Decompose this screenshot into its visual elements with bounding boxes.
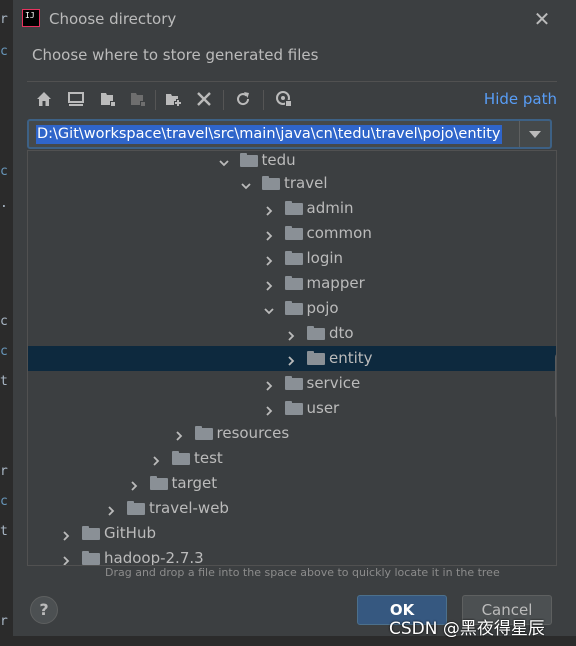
folder-icon (284, 301, 303, 315)
chevron-down-icon[interactable] (519, 121, 550, 147)
tree-row[interactable]: test (28, 446, 556, 471)
background-editor-bottom (0, 638, 576, 646)
dialog-title: Choose directory (49, 10, 177, 28)
tree-row[interactable]: login (28, 246, 556, 271)
chevron-right-icon[interactable] (285, 327, 297, 341)
toolbar-separator (223, 90, 224, 110)
folder-icon (284, 376, 303, 390)
folder-icon (284, 276, 303, 290)
tree-row[interactable]: hadoop-2.7.3 (28, 546, 556, 566)
folder-icon (149, 476, 168, 490)
tree-row[interactable]: target (28, 471, 556, 496)
choose-directory-dialog: IJ Choose directory ✕ Choose where to st… (12, 0, 576, 636)
chevron-right-icon[interactable] (150, 452, 162, 466)
chevron-right-icon[interactable] (263, 227, 275, 241)
folder-icon (307, 351, 325, 365)
tree-row-label: user (306, 399, 340, 417)
chevron-right-icon[interactable] (128, 477, 140, 491)
dialog-subtitle: Choose where to store generated files (32, 46, 319, 64)
tree-row[interactable]: resources (28, 421, 556, 446)
hide-path-link[interactable]: Hide path (484, 90, 557, 108)
path-input[interactable]: D:\Git\workspace\travel\src\main\java\cn… (27, 119, 552, 149)
chevron-right-icon[interactable] (173, 427, 185, 441)
title-bar: IJ Choose directory ✕ (13, 0, 576, 40)
tree-row-label: test (194, 449, 223, 467)
tree-row[interactable]: common (28, 221, 556, 246)
folder-icon (127, 501, 145, 515)
tree-row-label: travel (284, 174, 328, 192)
chevron-right-icon[interactable] (263, 377, 275, 391)
intellij-icon: IJ (20, 7, 42, 29)
directory-tree[interactable]: tedu travel admin common login mapper pojo dto e… (27, 150, 557, 566)
tree-row[interactable]: entity (28, 346, 556, 371)
module-folder-icon[interactable] (125, 86, 151, 112)
folder-icon (307, 326, 325, 340)
folder-icon (262, 176, 280, 190)
delete-icon[interactable] (191, 86, 217, 112)
desktop-icon[interactable] (63, 86, 89, 112)
chevron-down-icon[interactable] (240, 177, 252, 190)
tree-row[interactable]: tedu (28, 151, 556, 173)
folder-icon (284, 226, 303, 240)
tree-row-label: travel-web (149, 499, 229, 517)
chevron-right-icon[interactable] (263, 252, 275, 266)
tree-row[interactable]: user (28, 396, 556, 421)
close-icon[interactable]: ✕ (531, 8, 553, 30)
chevron-down-icon[interactable] (218, 154, 230, 167)
chevron-down-icon[interactable] (263, 302, 275, 315)
new-folder-icon[interactable] (161, 86, 187, 112)
folder-icon (284, 251, 303, 265)
tree-row-label: pojo (306, 299, 339, 317)
tree-row[interactable]: pojo (28, 296, 556, 321)
tree-row-label: login (306, 249, 344, 267)
tree-row-label: service (306, 374, 361, 392)
tree-scrollbar[interactable] (555, 353, 556, 419)
path-value[interactable]: D:\Git\workspace\travel\src\main\java\cn… (36, 125, 502, 144)
csdn-watermark: CSDN @黑夜得星辰 (389, 619, 545, 639)
folder-icon (239, 153, 258, 167)
show-hidden-icon[interactable] (271, 86, 297, 112)
toolbar: Hide path (27, 86, 557, 114)
chevron-right-icon[interactable] (263, 402, 275, 416)
tree-row[interactable]: service (28, 371, 556, 396)
tree-row-label: entity (329, 349, 373, 367)
folder-icon (172, 451, 190, 465)
tree-row-label: hadoop-2.7.3 (104, 549, 204, 566)
tree-row-label: dto (329, 324, 354, 342)
tree-row-label: GitHub (104, 524, 156, 542)
divider (27, 81, 557, 82)
chevron-right-icon[interactable] (60, 527, 72, 541)
folder-icon (194, 426, 213, 440)
tree-row-label: common (306, 224, 372, 242)
tree-row-label: mapper (306, 274, 365, 292)
tree-row[interactable]: dto (28, 321, 556, 346)
chevron-right-icon[interactable] (105, 502, 117, 516)
tree-row[interactable]: travel (28, 171, 556, 196)
home-icon[interactable] (31, 86, 57, 112)
project-folder-icon[interactable] (95, 86, 121, 112)
drag-drop-hint: Drag and drop a file into the space abov… (105, 566, 500, 579)
tree-row-label: tedu (261, 151, 296, 169)
tree-row-label: resources (216, 424, 290, 442)
folder-icon (82, 551, 100, 565)
tree-row[interactable]: travel-web (28, 496, 556, 521)
tree-row[interactable]: admin (28, 196, 556, 221)
folder-icon (284, 201, 303, 215)
folder-icon (284, 401, 303, 415)
tree-row-label: admin (306, 199, 354, 217)
folder-icon (82, 526, 100, 540)
chevron-right-icon[interactable] (263, 202, 275, 216)
chevron-right-icon[interactable] (285, 352, 297, 366)
refresh-icon[interactable] (230, 86, 256, 112)
background-editor: r c c . c c t r c t r (0, 0, 12, 646)
help-button[interactable]: ? (30, 596, 58, 624)
chevron-right-icon[interactable] (60, 552, 72, 565)
tree-row[interactable]: mapper (28, 271, 556, 296)
tree-row[interactable]: GitHub (28, 521, 556, 546)
toolbar-separator (155, 90, 156, 110)
toolbar-separator (263, 90, 264, 110)
chevron-right-icon[interactable] (263, 277, 275, 291)
tree-row-label: target (171, 474, 218, 492)
